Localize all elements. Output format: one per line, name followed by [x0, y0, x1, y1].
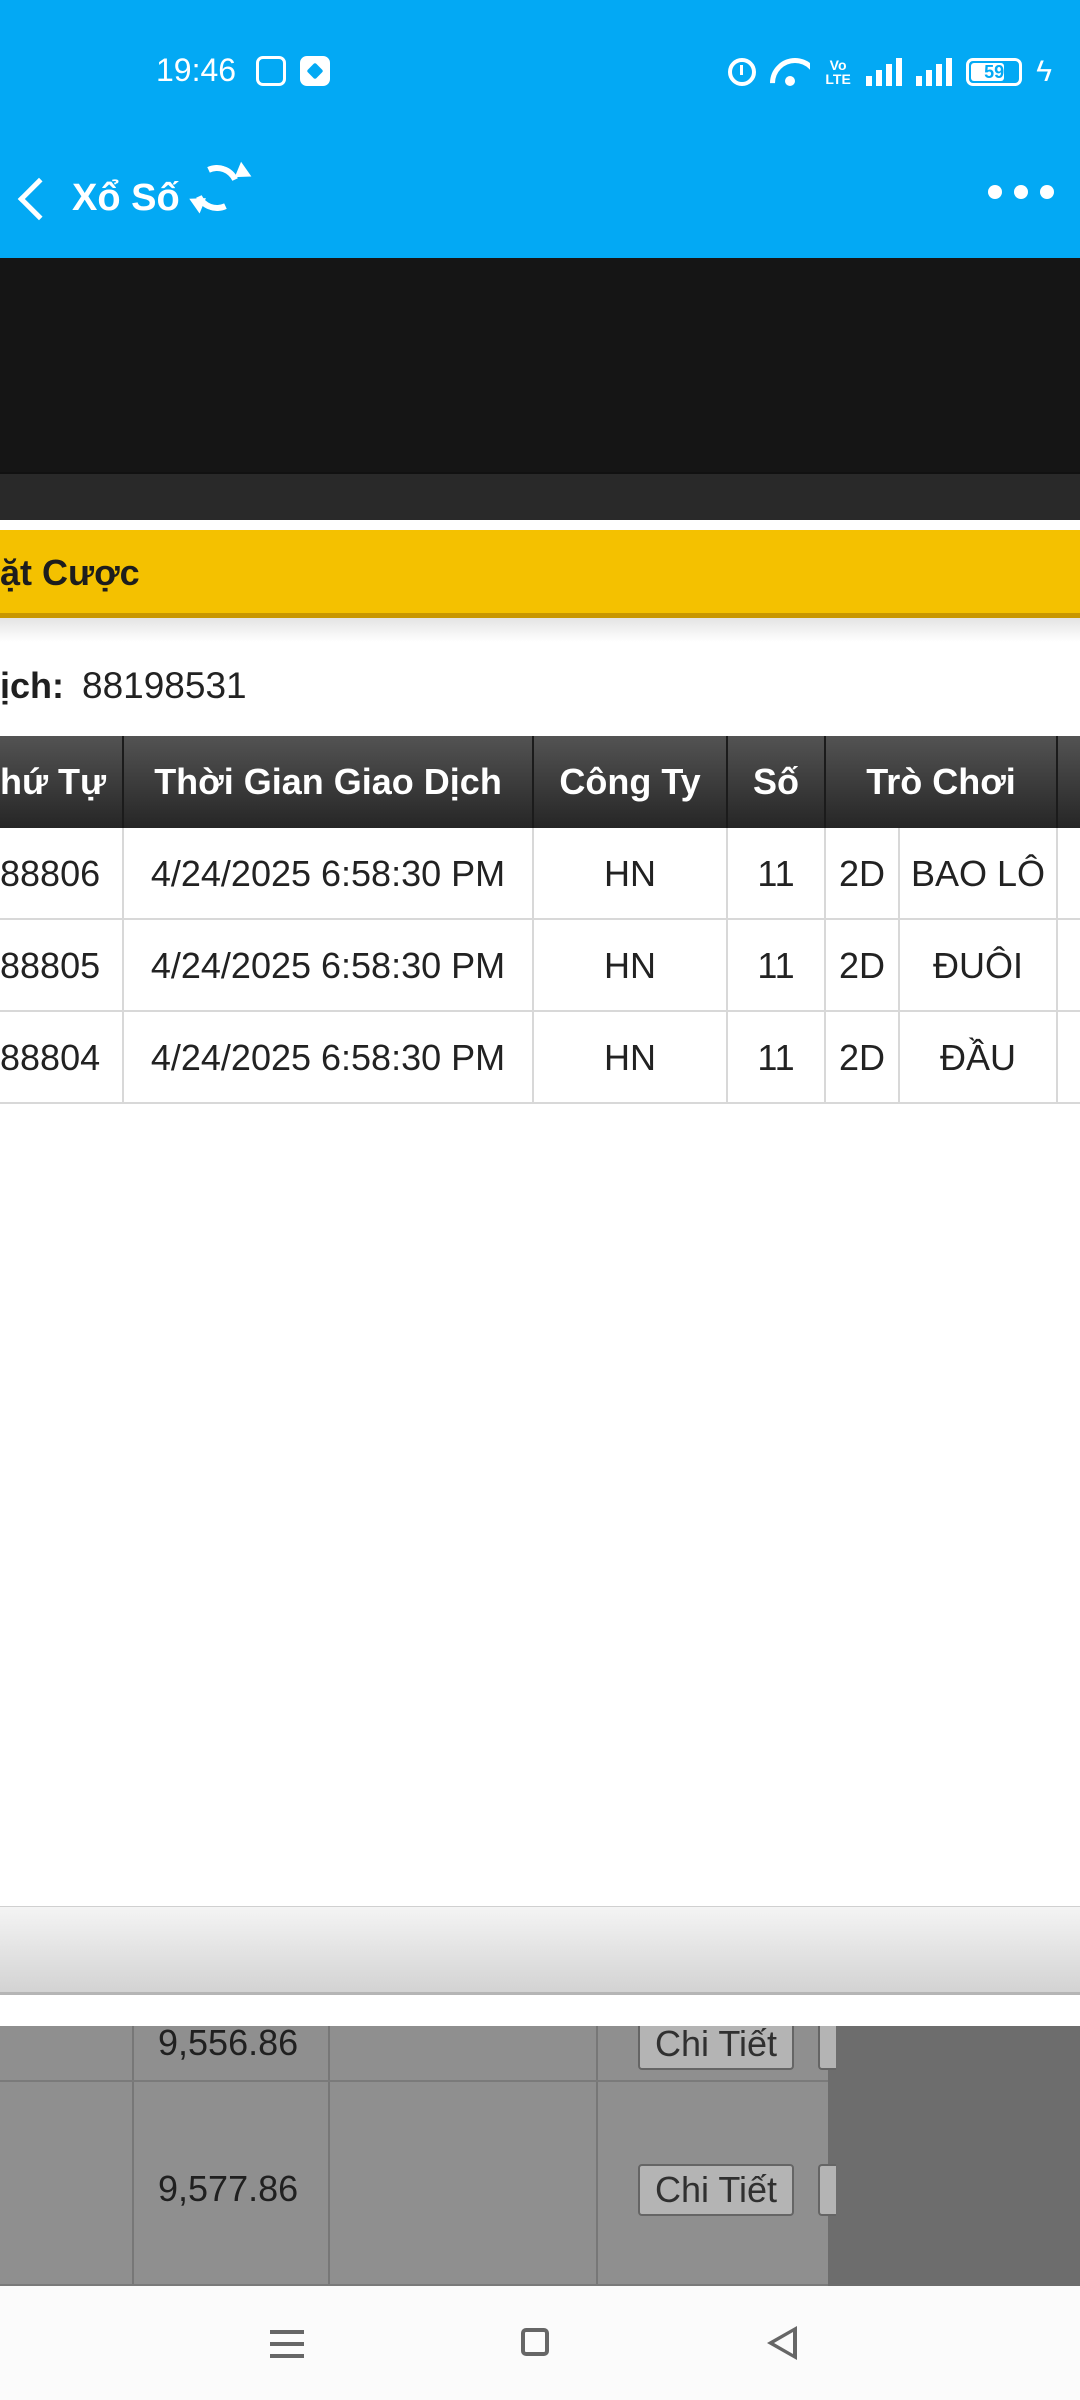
column-header-time: Thời Gian Giao Dịch: [124, 736, 534, 828]
table-row: 88805 4/24/2025 6:58:30 PM HN 11 2D ĐUÔI: [0, 920, 1080, 1012]
column-header-game: Trò Chơi: [826, 736, 1058, 828]
bet-title: ặt Cược: [0, 552, 140, 593]
game-cell: BAO LÔ: [900, 828, 1058, 920]
game-cell: ĐẦU: [900, 1012, 1058, 1104]
column-header-extra: [1058, 736, 1080, 828]
navigation-bar: [0, 2286, 1080, 2400]
home-icon[interactable]: [521, 2328, 549, 2356]
app-notification-icon: [300, 56, 330, 86]
background-value: 9,577.86: [158, 2168, 299, 2209]
signal-icon: [866, 58, 903, 86]
battery-icon: 59: [966, 58, 1023, 86]
bet-title-bar: ặt Cược: [0, 530, 1080, 618]
extra-cell: [1058, 920, 1080, 1012]
company-cell: HN: [534, 920, 728, 1012]
status-bar: 19:46 Vo LTE 59 ϟ: [0, 0, 1080, 140]
order-cell: 88806: [0, 828, 124, 920]
refresh-icon[interactable]: [187, 158, 247, 218]
number-cell: 11: [728, 1012, 826, 1104]
background-table: 9,556.86 Chi Tiết 9,577.86 Chi Tiết: [0, 2026, 1080, 2286]
game-cell: ĐUÔI: [900, 920, 1058, 1012]
column-header-company: Công Ty: [534, 736, 728, 828]
background-value: 9,556.86: [158, 2026, 299, 2063]
column-header-order: hứ Tự: [0, 736, 124, 828]
background-side-button[interactable]: [818, 2164, 836, 2216]
company-cell: HN: [534, 1012, 728, 1104]
number-cell: 11: [728, 920, 826, 1012]
dark-strip: [0, 472, 1080, 520]
game-type-cell: 2D: [826, 1012, 900, 1104]
extra-cell: [1058, 1012, 1080, 1104]
table-row: 88806 4/24/2025 6:58:30 PM HN 11 2D BAO …: [0, 828, 1080, 920]
number-cell: 11: [728, 828, 826, 920]
menu-icon[interactable]: [270, 2330, 304, 2358]
network-label: Vo LTE: [825, 57, 851, 87]
status-time: 19:46: [156, 52, 237, 88]
transaction-value: 88198531: [82, 665, 247, 706]
company-cell: HN: [534, 828, 728, 920]
modal-bottom-bar: [0, 1906, 1080, 1992]
signal-icon: [916, 58, 953, 86]
detail-button[interactable]: Chi Tiết: [638, 2026, 794, 2070]
bets-table: hứ Tự Thời Gian Giao Dịch Công Ty Số Trò…: [0, 736, 1080, 1104]
back-triangle-icon[interactable]: [767, 2326, 797, 2360]
wifi-icon: [770, 56, 810, 88]
time-cell: 4/24/2025 6:58:30 PM: [124, 1012, 534, 1104]
extra-cell: [1058, 828, 1080, 920]
game-type-cell: 2D: [826, 828, 900, 920]
app-notification-icon: [256, 56, 286, 86]
charging-icon: ϟ: [1036, 55, 1052, 88]
game-type-cell: 2D: [826, 920, 900, 1012]
system-status-icons: Vo LTE 59 ϟ: [728, 52, 1052, 92]
order-cell: 88804: [0, 1012, 124, 1104]
title-shadow: [0, 618, 1080, 642]
column-header-number: Số: [728, 736, 826, 828]
time-cell: 4/24/2025 6:58:30 PM: [124, 920, 534, 1012]
detail-button[interactable]: Chi Tiết: [638, 2164, 794, 2216]
dark-banner: [0, 258, 1080, 472]
more-icon[interactable]: [988, 185, 1054, 199]
time-cell: 4/24/2025 6:58:30 PM: [124, 828, 534, 920]
app-header: Xổ Số: [0, 140, 1080, 258]
background-side-button[interactable]: [818, 2026, 836, 2070]
background-right-panel: [828, 2026, 1080, 2286]
table-row: 88804 4/24/2025 6:58:30 PM HN 11 2D ĐẦU: [0, 1012, 1080, 1104]
order-cell: 88805: [0, 920, 124, 1012]
transaction-label: ịch:: [0, 665, 65, 706]
light-strip: [0, 520, 1080, 530]
back-icon[interactable]: [17, 177, 61, 221]
modal-gap: [0, 1992, 1080, 2026]
table-header-row: hứ Tự Thời Gian Giao Dịch Công Ty Số Trò…: [0, 736, 1080, 828]
battery-level: 59: [984, 61, 1005, 82]
alarm-icon: [728, 58, 757, 86]
app-title: Xổ Số: [72, 177, 180, 219]
